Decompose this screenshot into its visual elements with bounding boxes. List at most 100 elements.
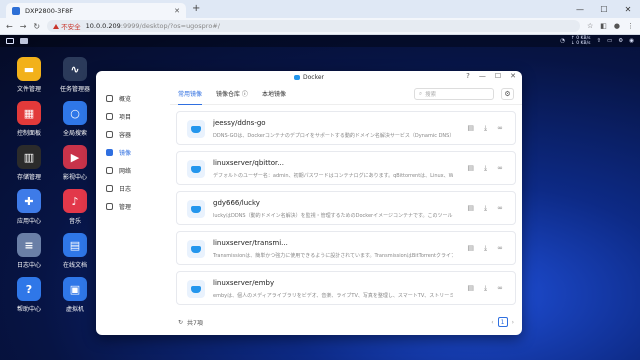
desktop-app-icon[interactable]: ∿ 任务管理器 [52,57,98,93]
link-icon[interactable]: ∞ [497,244,503,253]
app-label: 任务管理器 [59,86,90,93]
image-tabs: 常用镜像 镜像仓库 ⓘ 本地镜像 ⌕ 搜索 ⚙ [170,83,522,105]
favicon-icon [12,6,20,15]
desktop-app-icon[interactable]: ▣ 虚拟机 [52,277,98,313]
help-icon[interactable]: ? [466,72,470,80]
sidebar-item-network[interactable]: 网络 [96,161,166,179]
dashboard-icon[interactable]: ◔ [560,38,565,44]
sidebar-item-images[interactable]: 镜像 [96,143,166,161]
details-icon[interactable]: ▤ [467,124,474,133]
link-icon[interactable]: ∞ [497,284,503,293]
link-icon[interactable]: ∞ [497,124,503,133]
new-tab-icon[interactable]: + [192,3,200,15]
next-page-icon[interactable]: › [512,319,514,326]
desktop-app-icon[interactable]: ? 帮助中心 [6,277,52,313]
pagination: ‹ 1 › [491,317,514,327]
url-input[interactable]: 不安全 10.0.0.209 :9999/desktop/?os=ugospro… [47,20,580,32]
minimize-icon[interactable]: — [568,0,592,18]
app-label: 全局搜索 [62,130,87,137]
sidebar-item-projects[interactable]: 项目 [96,107,166,125]
user-icon[interactable]: ◉ [629,38,634,44]
forward-icon[interactable]: → [20,22,27,31]
download-icon[interactable]: ⤓ [484,204,487,213]
sidebar-item-containers[interactable]: 容器 [96,125,166,143]
app-label: 音乐 [68,218,81,225]
app-icon: ▣ [63,277,87,301]
image-card[interactable]: jeessy/ddns-go DDNS-GOは、Dockerコンテナのデプロイをサ… [176,111,516,145]
app-label: 在线文档 [62,262,87,269]
settings-button[interactable]: ⚙ [501,88,514,100]
close-tab-icon[interactable]: ✕ [174,7,180,15]
image-actions: ▤ ⤓ ∞ [467,244,503,253]
download-icon[interactable]: ⤓ [484,124,487,133]
image-name: linuxserver/emby [213,279,275,287]
not-secure-badge[interactable]: 不安全 [53,21,81,31]
details-icon[interactable]: ▤ [467,284,474,293]
desktop-app-icon[interactable]: ○ 全局搜索 [52,101,98,137]
close-window-icon[interactable]: ✕ [616,0,640,18]
image-card[interactable]: gdy666/lucky luckyはDDNS（動的ドメイン名解決）を監視・管理す… [176,191,516,225]
settings-icon[interactable]: ⚙ [618,38,623,44]
star-icon[interactable]: ☆ [587,22,593,30]
browser-tab[interactable]: DXP2800-3F8F ✕ [6,3,186,18]
message-icon[interactable]: ▭ [607,38,612,44]
upload-icon[interactable]: ⇧ [596,38,601,44]
desktop-app-icon[interactable]: ▤ 在线文档 [52,233,98,269]
details-icon[interactable]: ▤ [467,164,474,173]
menu-icon[interactable]: ⋮ [627,22,634,30]
profile-icon[interactable]: ● [614,22,620,30]
desktop-app-icon[interactable]: ♪ 音乐 [52,189,98,225]
desktop-app-icon[interactable]: ▬ 文件管理 [6,57,52,93]
tab-local-images[interactable]: 本地镜像 [262,83,286,105]
gear-icon: ⚙ [504,90,511,98]
back-icon[interactable]: ← [6,22,13,31]
sidebar-item-overview[interactable]: 概览 [96,89,166,107]
download-speed: ↓ 0 KB/s [571,41,591,46]
image-card[interactable]: linuxserver/transmi... Transmissionは、簡単かつ… [176,231,516,265]
sidebar-item-label: 项目 [119,113,132,121]
link-icon[interactable]: ∞ [497,204,503,213]
image-card[interactable]: linuxserver/emby embyは、個人のメディアライブラリをビデオ、音… [176,271,516,305]
extensions-icon[interactable]: ◧ [600,22,607,30]
link-icon[interactable]: ∞ [497,164,503,173]
app-icon: ≡ [17,233,41,257]
download-icon[interactable]: ⤓ [484,244,487,253]
details-icon[interactable]: ▤ [467,204,474,213]
prev-page-icon[interactable]: ‹ [491,319,493,326]
image-card[interactable]: linuxserver/qbittor... デフォルトのユーザー名：admin、… [176,151,516,185]
docker-logo-icon [187,280,205,298]
sidebar-item-label: 容器 [119,131,132,139]
url-path: :9999/desktop/?os=ugospro#/ [120,22,220,30]
app-grid-icon[interactable] [6,38,14,44]
page-number[interactable]: 1 [497,317,508,327]
docker-task-icon[interactable] [20,38,28,44]
tab-image-registry[interactable]: 镜像仓库 ⓘ [216,83,248,105]
details-icon[interactable]: ▤ [467,244,474,253]
refresh-icon[interactable]: ↻ [178,319,183,326]
sidebar-item-label: 镜像 [119,149,132,157]
desktop-app-icon[interactable]: ≡ 日志中心 [6,233,52,269]
tab-common-images[interactable]: 常用镜像 [178,83,203,105]
docker-window: Docker ? — ☐ ✕ 概览 项目 容器 镜像 网络 日志 管理 常用镜像… [96,71,522,335]
sidebar-item-label: 网络 [119,167,132,175]
image-list: jeessy/ddns-go DDNS-GOは、Dockerコンテナのデプロイをサ… [176,111,516,311]
url-host: 10.0.0.209 [85,22,121,30]
sidebar-item-logs[interactable]: 日志 [96,179,166,197]
maximize-icon[interactable]: ☐ [592,0,616,18]
desktop-app-icon[interactable]: ▦ 控制面板 [6,101,52,137]
desktop-app-icon[interactable]: ▶ 影视中心 [52,145,98,181]
image-name: linuxserver/transmi... [213,239,288,247]
desktop-app-icon[interactable]: ✚ 应用中心 [6,189,52,225]
minimize-icon[interactable]: — [479,72,486,80]
close-icon[interactable]: ✕ [510,72,516,80]
reload-icon[interactable]: ↻ [33,22,40,31]
image-description: luckyはDDNS（動的ドメイン名解決）を監視・管理するためのDockerイメ… [213,213,453,219]
window-titlebar[interactable]: Docker ? — ☐ ✕ [96,71,522,83]
sidebar-item-management[interactable]: 管理 [96,197,166,215]
search-input[interactable]: ⌕ 搜索 [414,88,494,100]
download-icon[interactable]: ⤓ [484,164,487,173]
download-icon[interactable]: ⤓ [484,284,487,293]
maximize-icon[interactable]: ☐ [495,72,501,80]
desktop-app-icon[interactable]: ▥ 存储管理 [6,145,52,181]
docker-sidebar: 概览 项目 容器 镜像 网络 日志 管理 [96,83,166,335]
